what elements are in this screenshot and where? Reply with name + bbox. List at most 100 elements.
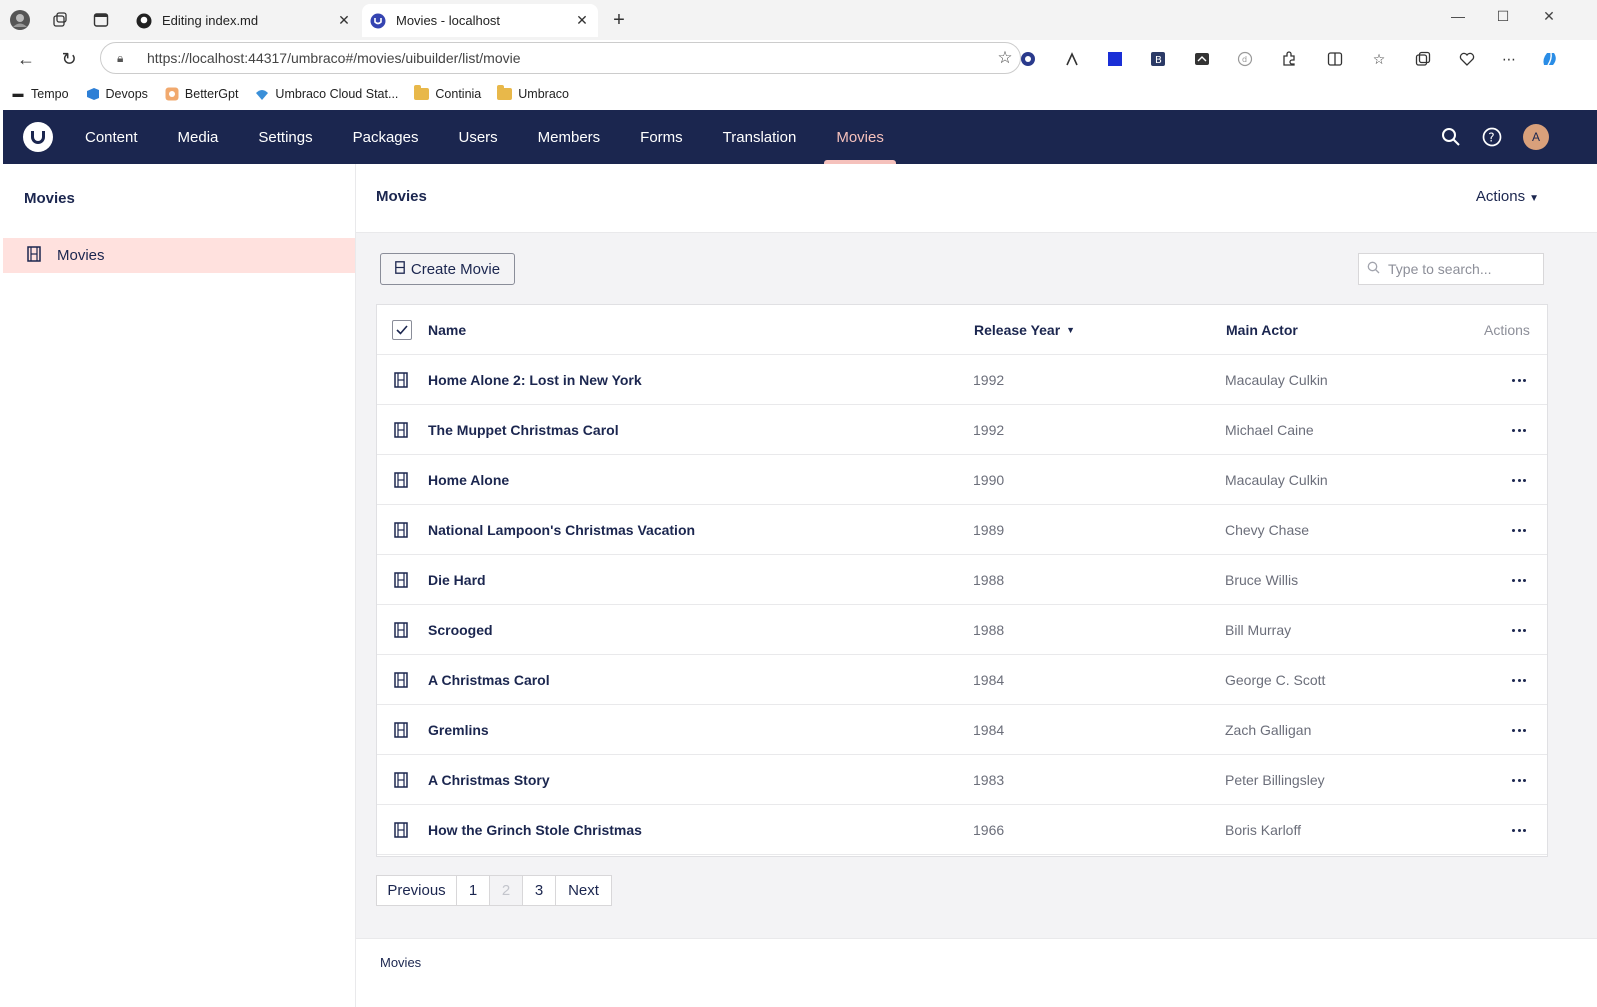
url-text[interactable]: https://localhost:44317/umbraco#/movies/…	[147, 50, 990, 66]
search-input[interactable]	[1388, 261, 1538, 277]
row-more-actions-icon[interactable]	[1508, 455, 1530, 505]
table-row[interactable]: Gremlins 1984 Zach Galligan	[377, 705, 1547, 755]
movie-name-link[interactable]: Scrooged	[428, 605, 493, 655]
table-row[interactable]: National Lampoon's Christmas Vacation 198…	[377, 505, 1547, 555]
previous-page-button[interactable]: Previous	[377, 876, 457, 905]
page-1-button[interactable]: 1	[457, 876, 490, 905]
extension-b-icon[interactable]: B	[1146, 47, 1170, 71]
collections-icon[interactable]	[1411, 47, 1435, 71]
row-more-actions-icon[interactable]	[1508, 805, 1530, 855]
tempo-icon: ▬	[12, 88, 24, 100]
tab-movies-localhost[interactable]: Movies - localhost ✕	[362, 4, 598, 37]
minimize-icon[interactable]: —	[1446, 8, 1470, 28]
next-page-button[interactable]: Next	[556, 876, 611, 905]
section-content[interactable]: Content	[65, 110, 158, 164]
refresh-icon[interactable]: ↻	[56, 47, 82, 71]
table-row[interactable]: A Christmas Story 1983 Peter Billingsley	[377, 755, 1547, 805]
extensions-puzzle-icon[interactable]	[1277, 47, 1301, 71]
bookmark-label: Umbraco Cloud Stat...	[275, 87, 399, 101]
vertical-tabs-icon[interactable]	[89, 8, 113, 32]
workspaces-icon[interactable]	[48, 8, 72, 32]
table-row[interactable]: Home Alone 1990 Macaulay Culkin	[377, 455, 1547, 505]
lock-icon[interactable]: 🔒︎	[117, 51, 133, 66]
table-row[interactable]: How the Grinch Stole Christmas 1966 Boris …	[377, 805, 1547, 855]
extension-pen-icon[interactable]	[1060, 47, 1084, 71]
column-header-release-year[interactable]: Release Year ▼	[974, 305, 1075, 355]
section-translation[interactable]: Translation	[703, 110, 817, 164]
row-more-actions-icon[interactable]	[1508, 705, 1530, 755]
close-tab-icon[interactable]: ✕	[336, 12, 352, 29]
movie-name-link[interactable]: The Muppet Christmas Carol	[428, 405, 619, 455]
more-menu-icon[interactable]: ⋯	[1497, 47, 1521, 71]
page-3-button[interactable]: 3	[523, 876, 556, 905]
row-more-actions-icon[interactable]	[1508, 655, 1530, 705]
table-row[interactable]: Die Hard 1988 Bruce Willis	[377, 555, 1547, 605]
row-more-actions-icon[interactable]	[1508, 355, 1530, 405]
section-forms[interactable]: Forms	[620, 110, 703, 164]
section-users[interactable]: Users	[438, 110, 517, 164]
user-avatar[interactable]: A	[1523, 124, 1549, 150]
column-header-name[interactable]: Name	[428, 305, 466, 355]
bookmark-umbraco-cloud-status[interactable]: Umbraco Cloud Stat...	[254, 87, 398, 101]
split-screen-icon[interactable]	[1323, 47, 1347, 71]
extension-d-icon[interactable]: d	[1233, 47, 1257, 71]
favorites-icon[interactable]: ☆	[1367, 47, 1391, 71]
bookmark-bettergpt[interactable]: BetterGpt	[164, 87, 238, 101]
row-more-actions-icon[interactable]	[1508, 505, 1530, 555]
bookmark-label: Devops	[105, 87, 148, 101]
table-row[interactable]: A Christmas Carol 1984 George C. Scott	[377, 655, 1547, 705]
column-header-actions: Actions	[1484, 322, 1530, 338]
tree-item-movies[interactable]: Movies	[3, 238, 355, 273]
movie-name-link[interactable]: A Christmas Carol	[428, 655, 550, 705]
section-movies[interactable]: Movies	[816, 110, 904, 164]
search-box[interactable]	[1358, 253, 1544, 285]
section-media[interactable]: Media	[158, 110, 239, 164]
release-year: 1984	[973, 722, 1005, 738]
row-more-actions-icon[interactable]	[1508, 755, 1530, 805]
movie-name-link[interactable]: National Lampoon's Christmas Vacation	[428, 505, 695, 555]
actions-menu-button[interactable]: Actions ▼	[1476, 188, 1539, 205]
extension-shield-icon[interactable]	[1016, 47, 1040, 71]
help-icon[interactable]: ?	[1479, 124, 1505, 150]
app-header: Content Media Settings Packages Users Me…	[3, 110, 1597, 164]
movie-name-link[interactable]: Gremlins	[428, 705, 489, 755]
extension-blue-square-icon[interactable]	[1103, 47, 1127, 71]
bookmark-tempo[interactable]: ▬ Tempo	[10, 87, 69, 101]
row-more-actions-icon[interactable]	[1508, 405, 1530, 455]
column-header-main-actor[interactable]: Main Actor	[1226, 305, 1298, 355]
section-packages[interactable]: Packages	[333, 110, 439, 164]
back-arrow-icon[interactable]: ←	[13, 47, 39, 71]
table-row[interactable]: Scrooged 1988 Bill Murray	[377, 605, 1547, 655]
bookmark-devops[interactable]: Devops	[85, 87, 148, 101]
bookmark-folder-umbraco[interactable]: Umbraco	[497, 85, 569, 101]
row-more-actions-icon[interactable]	[1508, 605, 1530, 655]
row-more-actions-icon[interactable]	[1508, 555, 1530, 605]
movie-name-link[interactable]: How the Grinch Stole Christmas	[428, 805, 642, 855]
tab-editing-index[interactable]: Editing index.md ✕	[128, 4, 360, 37]
url-bar[interactable]: 🔒︎ https://localhost:44317/umbraco#/movi…	[100, 42, 1021, 74]
select-all-checkbox[interactable]	[392, 305, 412, 355]
movie-name-link[interactable]: Die Hard	[428, 555, 486, 605]
section-members[interactable]: Members	[518, 110, 621, 164]
folder-icon	[497, 85, 513, 100]
movie-name-link[interactable]: Home Alone 2: Lost in New York	[428, 355, 642, 405]
section-settings[interactable]: Settings	[238, 110, 332, 164]
close-window-icon[interactable]: ✕	[1537, 8, 1561, 28]
umbraco-logo-icon[interactable]	[23, 122, 53, 152]
maximize-icon[interactable]: ☐	[1491, 8, 1515, 28]
extension-dark-box-icon[interactable]	[1190, 47, 1214, 71]
browser-essentials-icon[interactable]	[1455, 47, 1479, 71]
breadcrumb[interactable]: Movies	[380, 955, 421, 970]
film-icon	[394, 655, 408, 705]
profile-avatar-icon[interactable]	[8, 8, 32, 32]
table-row[interactable]: The Muppet Christmas Carol 1992 Michael Ca…	[377, 405, 1547, 455]
search-icon[interactable]	[1438, 124, 1464, 150]
create-movie-button[interactable]: Create Movie	[380, 253, 515, 285]
table-row[interactable]: Home Alone 2: Lost in New York 1992 Macaul…	[377, 355, 1547, 405]
new-tab-icon[interactable]: +	[607, 8, 631, 32]
bookmark-folder-continia[interactable]: Continia	[414, 85, 481, 101]
movie-name-link[interactable]: A Christmas Story	[428, 755, 550, 805]
movie-name-link[interactable]: Home Alone	[428, 455, 509, 505]
copilot-icon[interactable]	[1538, 47, 1562, 71]
close-tab-icon[interactable]: ✕	[574, 12, 590, 29]
